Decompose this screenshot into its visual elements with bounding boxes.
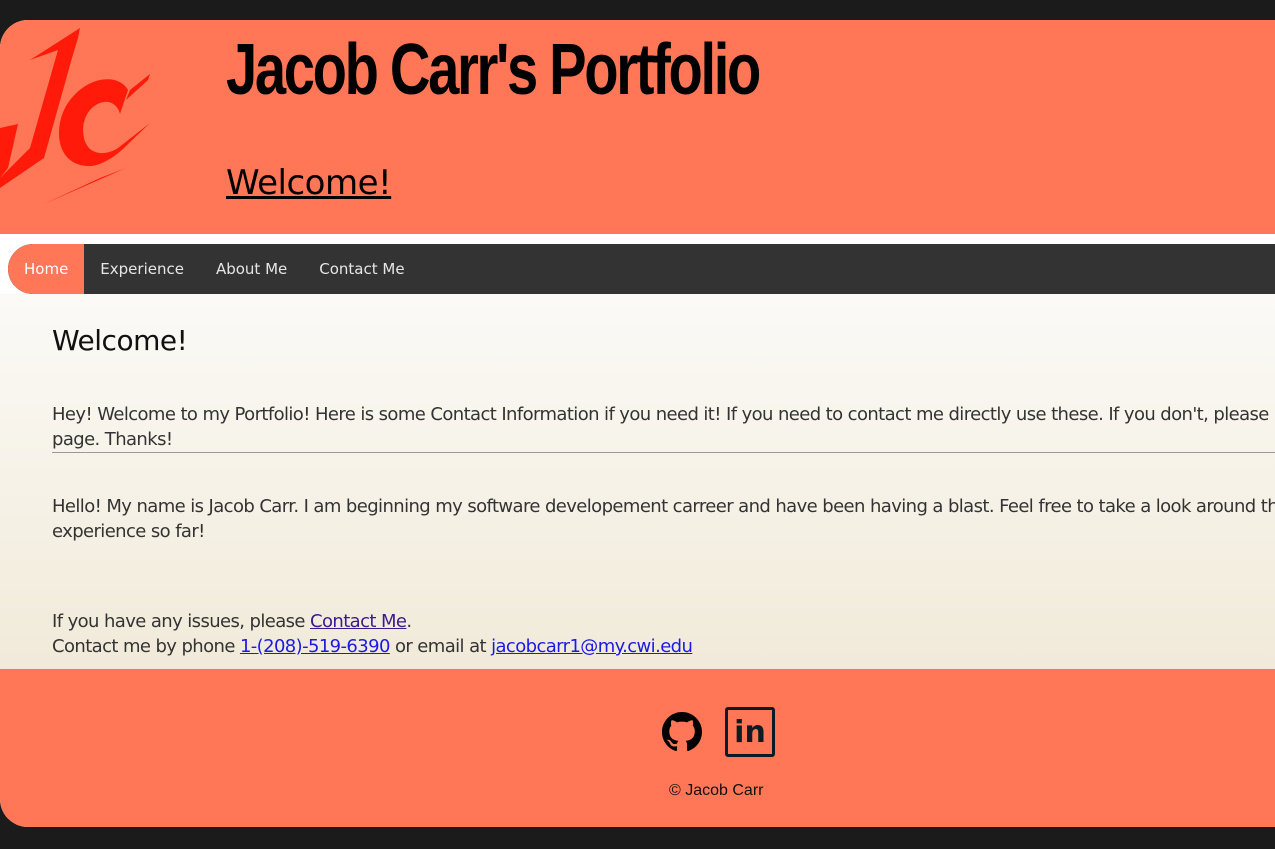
jc-logo-icon[interactable] xyxy=(0,28,155,203)
site-header: Jacob Carr's Portfolio Welcome! xyxy=(0,20,1275,234)
email-link[interactable]: jacobcarr1@my.cwi.edu xyxy=(491,636,693,657)
issues-end: . xyxy=(406,611,412,632)
bio-line-2: experience so far! xyxy=(52,521,205,542)
main-content: Welcome! Hey! Welcome to my Portfolio! H… xyxy=(0,294,1275,669)
intro-text: Hey! Welcome to my Portfolio! Here is so… xyxy=(52,404,1275,425)
intro-tail-text: page. Thanks! xyxy=(52,429,173,450)
site-title: Jacob Carr's Portfolio xyxy=(226,30,761,110)
welcome-link[interactable]: Welcome! xyxy=(226,163,392,203)
nav-item-about-me[interactable]: About Me xyxy=(200,244,303,294)
page-heading: Welcome! xyxy=(52,324,188,357)
issues-contact-link[interactable]: Contact Me xyxy=(310,611,407,632)
nav-item-home[interactable]: Home xyxy=(8,244,85,294)
bio-line-1: Hello! My name is Jacob Carr. I am begin… xyxy=(52,496,1275,517)
contact-mid: or email at xyxy=(389,636,492,657)
nav-item-contact-me[interactable]: Contact Me xyxy=(303,244,420,294)
copyright-text: © Jacob Carr xyxy=(669,782,764,799)
divider xyxy=(52,452,1275,453)
contact-paragraph: If you have any issues, please Contact M… xyxy=(52,609,1275,659)
issues-text: If you have any issues, please xyxy=(52,611,311,632)
github-icon[interactable] xyxy=(662,712,702,752)
page-wrapper: Jacob Carr's Portfolio Welcome! Home Exp… xyxy=(0,20,1275,827)
contact-prefix: Contact me by phone xyxy=(52,636,240,657)
linkedin-icon[interactable]: in xyxy=(725,707,775,757)
site-footer: in © Jacob Carr xyxy=(0,669,1275,827)
nav-item-experience[interactable]: Experience xyxy=(84,244,200,294)
nav-bar: Home Experience About Me Contact Me xyxy=(8,244,1275,294)
bio-paragraph: Hello! My name is Jacob Carr. I am begin… xyxy=(52,494,1275,544)
intro-paragraph: Hey! Welcome to my Portfolio! Here is so… xyxy=(52,402,1275,452)
phone-link[interactable]: 1-(208)-519-6390 xyxy=(240,636,391,657)
